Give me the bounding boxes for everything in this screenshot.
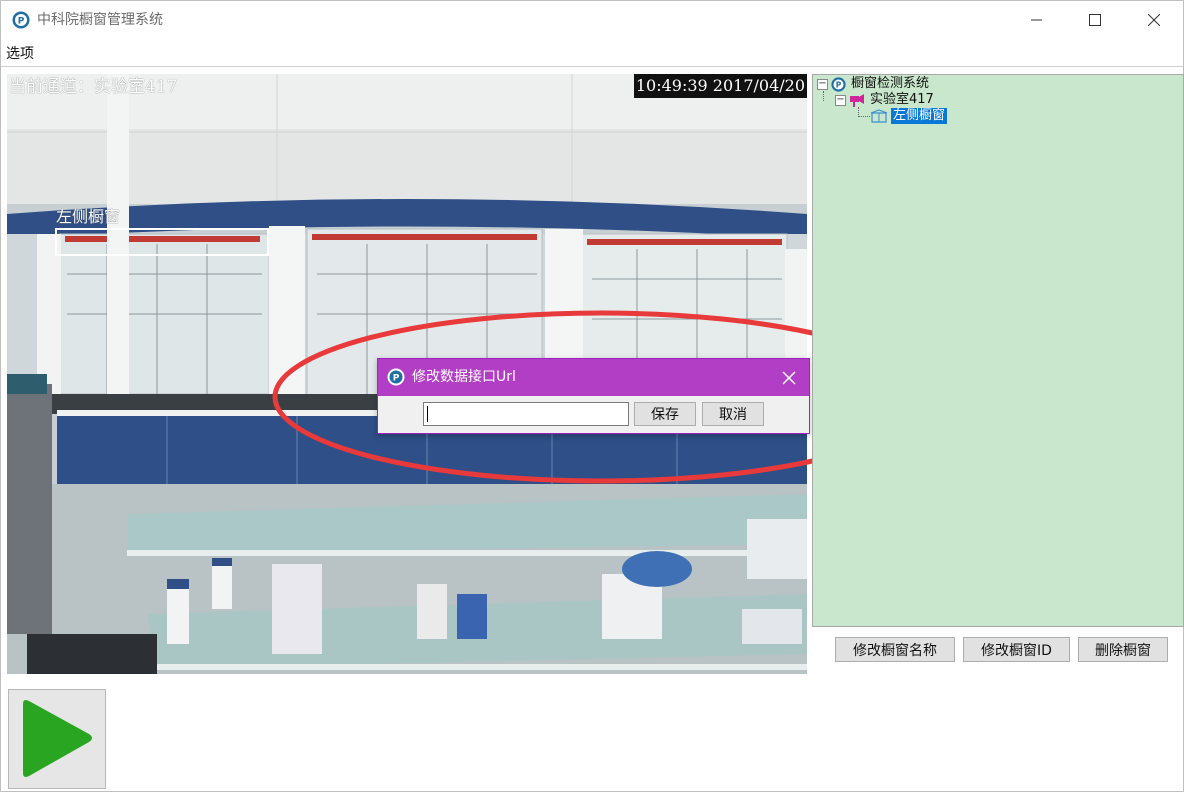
device-tree: − P 橱窗检测系统 − 实验室417 左侧橱窗 [812,74,1184,627]
play-icon [23,700,92,777]
svg-text:P: P [18,17,25,27]
tree-root-label: 橱窗检测系统 [851,76,930,91]
app-logo-icon: P [831,76,846,92]
tree-connector [858,116,870,117]
modify-id-button[interactable]: 修改橱窗ID [963,637,1070,662]
channel-label: 当前通道：实验室417 [9,77,178,97]
app-logo-icon: P [387,368,405,386]
camera-icon [850,93,864,107]
svg-text:P: P [836,80,842,89]
app-logo-icon: P [12,11,30,29]
dialog-close-button[interactable] [774,363,804,393]
menu-bar: 选项 [1,41,1183,67]
play-button[interactable] [8,689,106,789]
main-window: P 中科院橱窗管理系统 选项 当前通道：实验室417 10:49:39 2017… [0,0,1184,792]
dialog-title: 修改数据接口Url [412,369,516,385]
minimize-icon [1031,19,1042,21]
video-timestamp: 10:49:39 2017/04/20 [633,74,807,98]
text-caret [427,406,428,422]
maximize-icon [1089,14,1101,26]
svg-text:P: P [393,374,400,384]
tree-lab-label: 实验室417 [870,92,934,107]
maximize-button[interactable] [1066,1,1124,39]
minimize-button[interactable] [1008,1,1066,39]
dialog-title-bar[interactable]: P 修改数据接口Url [378,359,809,396]
title-bar: P 中科院橱窗管理系统 [1,1,1183,39]
tree-node-lab[interactable]: − 实验室417 [835,92,936,108]
tree-window-label: 左侧橱窗 [891,108,948,124]
menu-options[interactable]: 选项 [6,44,34,64]
close-button[interactable] [1125,1,1183,39]
url-input[interactable] [423,402,629,426]
tree-node-window[interactable]: 左侧橱窗 [870,108,948,124]
tree-connector [823,91,824,101]
delete-window-button[interactable]: 删除橱窗 [1078,637,1168,662]
roi-label: 左侧橱窗 [56,207,121,226]
roi-rectangle[interactable] [55,228,269,256]
collapse-toggle-icon[interactable]: − [835,94,846,106]
edit-url-dialog: P 修改数据接口Url 保存 取消 [377,358,810,434]
rename-window-button[interactable]: 修改橱窗名称 [835,637,955,662]
collapse-toggle-icon[interactable]: − [817,78,828,90]
close-icon [782,371,796,385]
window-title: 中科院橱窗管理系统 [37,12,163,28]
close-icon [1148,14,1160,26]
cancel-button[interactable]: 取消 [702,402,764,426]
save-button[interactable]: 保存 [634,402,696,426]
cabinet-icon [870,108,888,123]
tree-node-root[interactable]: − P 橱窗检测系统 [817,76,931,92]
